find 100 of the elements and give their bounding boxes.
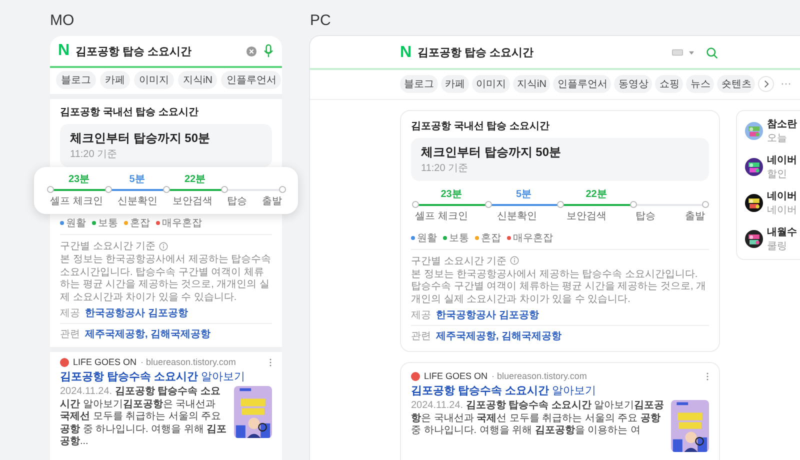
platform-label: PC	[310, 12, 332, 31]
category-tab[interactable]: 동영상	[614, 74, 652, 92]
category-tab[interactable]: 이미지	[134, 71, 174, 89]
item-title[interactable]: 네이버	[767, 188, 797, 202]
site-name[interactable]: LIFE GOES ON	[424, 371, 488, 381]
legend-label: 혼잡	[130, 217, 150, 230]
stop-label: 출발	[684, 210, 705, 222]
legend-label: 원활	[417, 232, 437, 244]
stop-dot	[279, 186, 286, 193]
keyboard-icon[interactable]	[672, 49, 683, 56]
duration-label: 5분	[128, 173, 146, 186]
item-subtitle: 오늘	[767, 132, 788, 144]
stop-dot	[702, 200, 709, 208]
card-title: 김포공항 국내선 탑승 소요시간	[411, 120, 550, 132]
legend-label: 보통	[98, 217, 118, 230]
duration-label: 22분	[584, 188, 608, 200]
platform-label: MO	[50, 12, 76, 31]
stop-dot	[630, 200, 636, 208]
stop-label: 탑승	[636, 210, 656, 222]
source-label: 제공	[411, 309, 431, 322]
stop-dot	[105, 186, 112, 193]
category-tab[interactable]: 블로그	[56, 71, 96, 89]
search-field[interactable]: 김포공항 탑승 소요시간	[76, 44, 240, 58]
source-label: 제공	[60, 307, 80, 320]
duration-label: 22분	[183, 173, 207, 186]
category-tab[interactable]: 블로그	[400, 74, 438, 92]
chevron-icon	[764, 80, 769, 88]
related-link[interactable]: 제주국제공항, 김해국제공항	[85, 327, 211, 341]
more-icon[interactable]	[781, 82, 792, 86]
note-title: 구간별 소요시간 기준	[411, 254, 507, 268]
item-subtitle: 할인	[767, 168, 788, 180]
category-tab[interactable]: 이미지	[472, 74, 510, 92]
legend-label: 혼잡	[481, 232, 501, 244]
more-icon[interactable]	[269, 358, 272, 366]
stop-label: 신분확인	[497, 210, 538, 222]
stop-dot	[221, 186, 228, 193]
info-icon[interactable]	[158, 242, 168, 250]
note-text: 본 정보는 한국공항공사에서 제공하는 탑승수속 소요시간입니다. 탑승수속 구간별 여객이 체류하는 평균 시간을 제공하는 것으로, 개개인의 실제 소요시간과 차이가 있을 수 있습니다.	[411, 268, 708, 306]
headline: 체크인부터 탑승까지 50분	[70, 130, 212, 147]
category-tab[interactable]: 인플루언서	[553, 74, 612, 92]
stop-label: 셀프 체크인	[50, 195, 103, 208]
note-text: 본 정보는 한국공항공사에서 제공하는 탑승수속 소요시간입니다. 탑승수속 구간별 여객이 체류하는 평균 시간을 제공하는 것으로, 개개인의 실제 소요시간과 차이가 있을 수 있습니다.	[60, 254, 272, 304]
result-title-link[interactable]: 김포공항 탑승수속 소요시간 알아보기	[60, 369, 272, 384]
item-subtitle: 네이버	[767, 204, 797, 216]
category-tab[interactable]: 인플루언서	[221, 71, 282, 89]
duration-label: 23분	[67, 173, 91, 186]
category-tab[interactable]: 쇼핑	[655, 74, 684, 92]
duration-label: 23분	[440, 188, 463, 200]
stop-label: 출발	[262, 195, 282, 208]
result-title-link[interactable]: 김포공항 탑승수속 소요시간 알아보기	[411, 383, 709, 398]
site-name[interactable]: LIFE GOES ON	[73, 357, 137, 367]
stop-dot	[47, 186, 54, 193]
category-tab[interactable]: 지식iN	[513, 74, 550, 92]
item-title[interactable]: 내월수	[767, 224, 797, 238]
search-field[interactable]: 김포공항 탑승 소요시간	[418, 45, 666, 60]
clear-icon[interactable]	[246, 46, 257, 56]
source-link[interactable]: 한국공항공사 김포공항	[85, 306, 188, 320]
legend-label: 매우혼잡	[162, 217, 202, 230]
stop-dot	[557, 200, 564, 208]
source-link[interactable]: 한국공항공사 김포공항	[436, 308, 539, 322]
result-snippet: 2024.11.24. 김포공항 탑승수속 소요시간 알아보기김포공항은 국내선과 국제선 모두를 취급하는 서울의 주요 공항 중 하나입니다. 여행을 위해 김포공항...	[60, 386, 228, 448]
item-subtitle: 쿨링	[767, 240, 788, 252]
category-tab[interactable]: 지식iN	[178, 71, 218, 89]
stop-label: 신분확인	[118, 195, 158, 208]
timestamp: 11:20 기준	[70, 148, 118, 161]
stop-label: 보안검색	[172, 195, 212, 208]
microphone-icon[interactable]	[263, 44, 274, 58]
legend-label: 보통	[449, 232, 469, 244]
site-favicon-icon	[411, 372, 420, 380]
headline: 체크인부터 탑승까지 50분	[421, 144, 562, 160]
related-label: 관련	[411, 330, 431, 343]
search-icon[interactable]	[706, 46, 718, 58]
legend-label: 원활	[66, 217, 86, 230]
item-title[interactable]: 네이버	[767, 152, 797, 166]
category-tab[interactable]: 카페	[100, 71, 130, 89]
site-url: · bluereason.tistory.com	[140, 357, 237, 367]
category-tab[interactable]: 뉴스	[686, 74, 714, 92]
caret-icon[interactable]	[689, 50, 694, 54]
site-url: · bluereason.tistory.com	[492, 371, 588, 381]
info-icon[interactable]	[510, 256, 519, 265]
item-title[interactable]: 참소란	[767, 116, 797, 130]
site-favicon-icon	[60, 358, 69, 366]
category-tab[interactable]: 숏텐츠	[717, 74, 756, 92]
result-snippet: 2024.11.24. 김포공항 탑승수속 소요시간 알아보기김포공항은 국내선과 국제선 모두를 취급하는 서울의 주요 공항 중 하나입니다. 여행을 위해 김포공항을 이용하는 여	[411, 400, 665, 438]
card-title: 김포공항 국내선 탑승 소요시간	[60, 106, 200, 119]
stop-dot	[412, 200, 419, 208]
stop-label: 셀프 체크인	[415, 210, 468, 222]
next-button[interactable]	[758, 76, 774, 92]
stop-label: 보안검색	[566, 210, 606, 222]
note-title: 구간별 소요시간 기준	[60, 240, 156, 253]
stop-dot	[163, 186, 170, 193]
duration-label: 5분	[514, 188, 533, 200]
more-icon[interactable]	[706, 372, 709, 380]
timestamp: 11:20 기준	[421, 162, 470, 174]
stop-label: 탑승	[227, 195, 248, 208]
legend-label: 매우혼잡	[513, 232, 553, 244]
category-tab[interactable]: 카페	[441, 74, 469, 92]
stop-dot	[484, 200, 492, 208]
related-link[interactable]: 제주국제공항, 김해국제공항	[436, 329, 562, 343]
related-label: 관련	[60, 328, 80, 341]
